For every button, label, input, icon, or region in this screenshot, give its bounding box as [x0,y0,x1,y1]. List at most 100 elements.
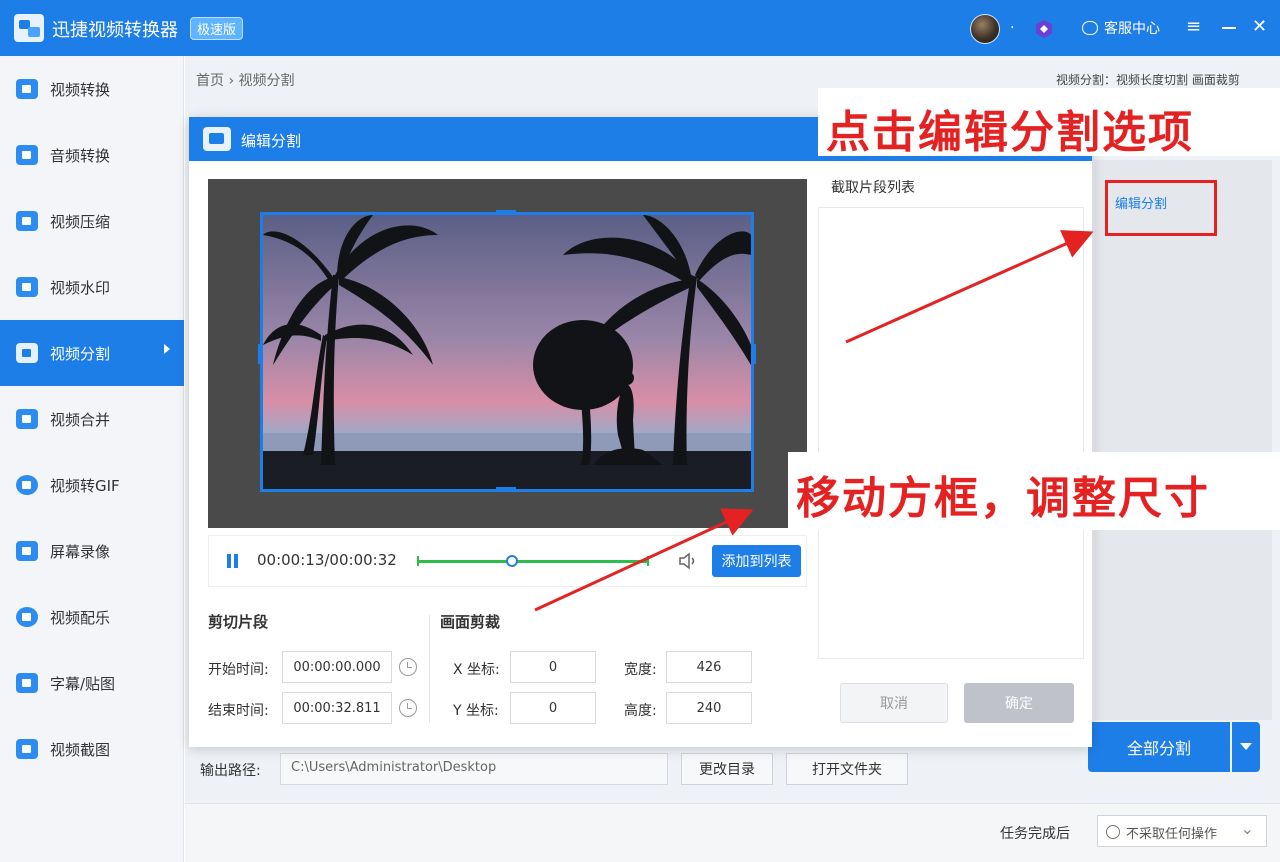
sidebar-item-label: 视频合并 [50,410,111,429]
video-gif-icon [16,475,38,495]
dialog-logo-icon [203,127,231,151]
vip-diamond-icon[interactable] [1034,19,1054,39]
video-preview [208,179,807,528]
sidebar-item-label: 视频转GIF [50,476,120,495]
edition-badge: 极速版 [190,17,244,40]
video-merge-icon [16,409,38,429]
sidebar-item-subtitle-sticker[interactable]: 字幕/贴图 [0,650,184,716]
pause-icon[interactable] [227,554,239,568]
video-convert-icon [16,79,38,99]
output-path-label: 输出路径: [200,763,261,779]
subtitle-sticker-icon [16,673,38,693]
change-directory-button[interactable]: 更改目录 [681,753,773,785]
breadcrumb-separator: › [228,73,235,89]
sidebar-item-label: 视频配乐 [50,608,111,627]
start-time-reset-icon[interactable] [399,658,417,676]
trim-start-marker[interactable] [417,556,419,566]
annotation-click-edit-split: 点击编辑分割选项 [826,107,1194,158]
crop-handle-top[interactable] [496,210,516,215]
clip-list-title: 截取片段列表 [831,180,915,196]
app-logo-icon [14,14,44,42]
start-time-input[interactable]: 00:00:00.000 [282,651,392,683]
confirm-button[interactable]: 确定 [964,683,1074,723]
avatar-separator: · [1010,20,1015,36]
cancel-button[interactable]: 取消 [840,683,948,723]
sidebar-item-video-screenshot[interactable]: 视频截图 [0,716,184,782]
minimize-icon[interactable] [1222,27,1236,29]
crop-section-title: 画面剪裁 [440,613,501,631]
height-input[interactable]: 240 [666,692,752,724]
open-folder-button[interactable]: 打开文件夹 [786,753,908,785]
annotation-move-frame: 移动方框，调整尺寸 [796,473,1210,524]
app-title: 迅捷视频转换器 [52,20,178,41]
x-coordinate-label: X 坐标: [453,662,500,678]
sidebar: 视频转换 音频转换 视频压缩 视频水印 视频分割 视频合并 视频转GIF 屏幕录… [0,56,184,862]
breadcrumb: 首页 › 视频分割 [196,70,295,90]
volume-icon[interactable] [677,550,699,572]
edit-split-dialog: 编辑分割 00:00:13/00:00:32 添加到列表 剪切片段 开始时间: … [189,117,1092,747]
add-to-list-button[interactable]: 添加到列表 [712,545,801,577]
sidebar-item-screen-record[interactable]: 屏幕录像 [0,518,184,584]
sidebar-item-video-watermark[interactable]: 视频水印 [0,254,184,320]
crop-handle-bottom[interactable] [496,487,516,492]
sidebar-item-label: 屏幕录像 [50,542,111,561]
close-icon[interactable]: ✕ [1252,16,1267,37]
audio-convert-icon [16,145,38,165]
crop-handle-left[interactable] [258,344,263,364]
video-watermark-icon [16,277,38,297]
task-complete-select[interactable]: 不采取任何操作 [1097,815,1267,847]
playback-controls: 00:00:13/00:00:32 添加到列表 [208,535,807,587]
task-complete-label: 任务完成后 [1000,826,1070,842]
customer-service-label: 客服中心 [1104,21,1160,37]
crop-handle-right[interactable] [751,344,756,364]
title-bar: 迅捷视频转换器 极速版 · 客服中心 ≡ ✕ [0,0,1280,56]
timecode: 00:00:13/00:00:32 [257,551,397,569]
sidebar-item-label: 视频水印 [50,278,111,297]
split-dropdown-button[interactable] [1232,722,1260,772]
trim-end-marker[interactable] [647,556,649,566]
x-coordinate-input[interactable]: 0 [510,651,596,683]
crop-frame[interactable] [260,212,754,492]
sidebar-item-label: 字幕/贴图 [50,674,116,693]
sidebar-item-video-gif[interactable]: 视频转GIF [0,452,184,518]
dialog-title: 编辑分割 [241,132,302,150]
sidebar-item-audio-convert[interactable]: 音频转换 [0,122,184,188]
cut-section-title: 剪切片段 [208,613,269,631]
sidebar-item-label: 视频压缩 [50,212,111,231]
sidebar-item-video-convert[interactable]: 视频转换 [0,56,184,122]
sidebar-item-video-compress[interactable]: 视频压缩 [0,188,184,254]
video-music-icon [16,607,38,627]
y-coordinate-input[interactable]: 0 [510,692,596,724]
video-compress-icon [16,211,38,231]
video-screenshot-icon [16,739,38,759]
breadcrumb-current: 视频分割 [238,73,295,89]
height-label: 高度: [624,703,657,719]
user-avatar[interactable] [970,14,1000,44]
output-path-field[interactable]: C:\Users\Administrator\Desktop [280,753,668,785]
y-coordinate-label: Y 坐标: [453,703,499,719]
progress-track[interactable] [417,555,649,567]
sidebar-item-video-merge[interactable]: 视频合并 [0,386,184,452]
screen-record-icon [16,541,38,561]
video-frame-image [263,215,751,489]
chat-bubble-icon [1082,21,1098,35]
breadcrumb-home[interactable]: 首页 [196,73,224,89]
menu-icon[interactable]: ≡ [1186,16,1201,37]
customer-service-button[interactable]: 客服中心 [1082,18,1160,38]
sidebar-item-video-music[interactable]: 视频配乐 [0,584,184,650]
sidebar-item-video-split[interactable]: 视频分割 [0,320,184,386]
sidebar-item-label: 视频分割 [50,344,111,363]
end-time-label: 结束时间: [208,703,269,719]
end-time-input[interactable]: 00:00:32.811 [282,692,392,724]
width-label: 宽度: [624,662,657,678]
split-all-button[interactable]: 全部分割 [1088,722,1230,772]
highlight-box [1105,180,1217,236]
active-arrow-icon [164,344,170,354]
file-list-panel [1094,160,1272,720]
end-time-reset-icon[interactable] [399,699,417,717]
playhead-knob[interactable] [506,555,519,567]
start-time-label: 开始时间: [208,662,269,678]
width-input[interactable]: 426 [666,651,752,683]
section-divider [429,615,430,723]
sidebar-item-label: 视频截图 [50,740,111,759]
